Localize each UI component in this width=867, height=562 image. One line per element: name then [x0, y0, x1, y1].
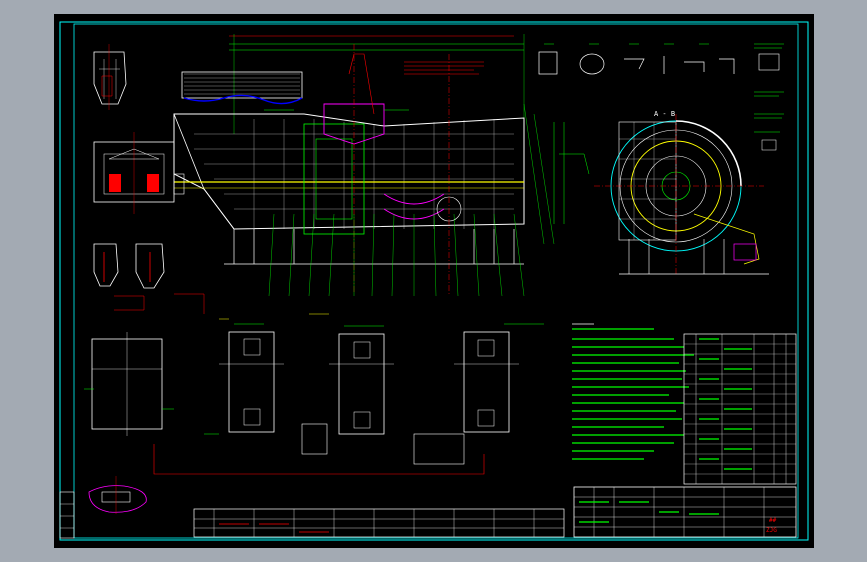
parts-list [683, 333, 797, 485]
top-right-details [538, 43, 784, 151]
bottom-left-detail [88, 476, 147, 514]
title-block: ## ZJG [573, 486, 797, 538]
section-label: A - B [654, 110, 675, 118]
inner-frame [73, 23, 799, 539]
revision-table [193, 508, 565, 538]
title-cell: ## [769, 517, 777, 524]
main-elevation-view [173, 34, 565, 297]
drawing-number-cell: ZJG [766, 527, 777, 534]
foundation-plans [84, 313, 544, 475]
left-detail-views [93, 44, 205, 314]
section-a-b-view: A - B [559, 110, 769, 275]
drawing-viewport[interactable]: A - B ## ZJG [54, 14, 814, 548]
drawing-sheet: A - B ## ZJG [59, 21, 809, 541]
left-side-strip [59, 491, 75, 539]
technical-notes [572, 323, 694, 460]
